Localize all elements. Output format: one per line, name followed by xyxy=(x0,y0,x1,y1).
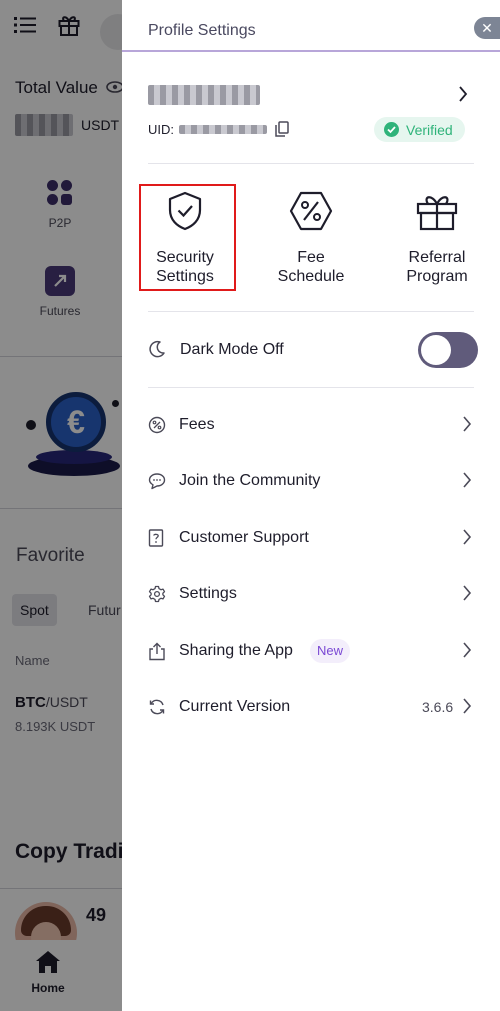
menu-item-label: Current Version xyxy=(179,698,291,715)
quick-action-label: Referral xyxy=(408,249,466,266)
chevron-right-icon xyxy=(462,529,472,550)
chevron-right-icon xyxy=(462,416,472,437)
quick-action-label: Schedule xyxy=(277,268,345,285)
divider xyxy=(148,311,474,312)
menu-item-community[interactable]: Join the Community xyxy=(148,466,478,496)
profile-settings-drawer: Profile Settings ✕ UID: Verified Securit… xyxy=(122,0,500,1011)
menu-item-fees[interactable]: Fees xyxy=(148,410,478,440)
chevron-right-icon xyxy=(462,585,472,606)
quick-action-label: Fee xyxy=(297,249,325,266)
divider xyxy=(148,163,474,164)
chevron-right-icon xyxy=(462,642,472,663)
version-number: 3.6.6 xyxy=(422,699,454,715)
page-title: Profile Settings xyxy=(148,22,256,39)
referral-program-button[interactable]: Referral Program xyxy=(387,190,487,286)
menu-item-label: Join the Community xyxy=(179,472,321,489)
menu-item-label: Customer Support xyxy=(179,529,309,546)
uid-label: UID: xyxy=(148,122,174,137)
highlight-box xyxy=(139,184,236,291)
percent-circle-icon xyxy=(148,416,166,439)
moon-icon xyxy=(148,340,166,363)
verified-badge: Verified xyxy=(374,117,465,142)
help-icon xyxy=(148,529,164,552)
chevron-right-icon[interactable] xyxy=(458,86,468,107)
chevron-right-icon xyxy=(462,472,472,493)
menu-item-share-app[interactable]: Sharing the App New xyxy=(148,636,478,666)
percent-hexagon-icon xyxy=(261,190,361,232)
gear-icon xyxy=(148,585,166,608)
menu-item-label: Sharing the App xyxy=(179,642,293,659)
copy-icon[interactable] xyxy=(275,121,289,142)
menu-item-label: Settings xyxy=(179,585,237,602)
toggle-knob xyxy=(421,335,451,365)
menu-item-current-version[interactable]: Current Version 3.6.6 xyxy=(148,692,478,722)
divider xyxy=(148,387,474,388)
menu-item-customer-support[interactable]: Customer Support xyxy=(148,523,478,553)
profile-name-redacted[interactable] xyxy=(148,85,260,105)
dark-mode-label: Dark Mode Off xyxy=(180,341,284,358)
drawer-header: Profile Settings xyxy=(122,0,500,52)
close-button[interactable]: ✕ xyxy=(474,17,500,39)
close-icon: ✕ xyxy=(481,20,493,36)
quick-action-label: Program xyxy=(406,268,468,285)
refresh-icon xyxy=(148,698,166,721)
menu-item-label: Fees xyxy=(179,416,215,433)
dark-mode-row: Dark Mode Off xyxy=(148,330,478,370)
verified-label: Verified xyxy=(406,121,453,138)
chat-bubble-icon xyxy=(148,472,166,495)
dark-mode-toggle[interactable] xyxy=(418,332,478,368)
gift-icon xyxy=(387,190,487,232)
new-badge: New xyxy=(310,639,351,663)
menu-item-settings[interactable]: Settings xyxy=(148,579,478,609)
check-circle-icon xyxy=(384,122,399,137)
share-icon xyxy=(148,642,166,666)
fee-schedule-button[interactable]: Fee Schedule xyxy=(261,190,361,286)
chevron-right-icon xyxy=(462,698,472,719)
uid-value-redacted xyxy=(179,125,267,134)
